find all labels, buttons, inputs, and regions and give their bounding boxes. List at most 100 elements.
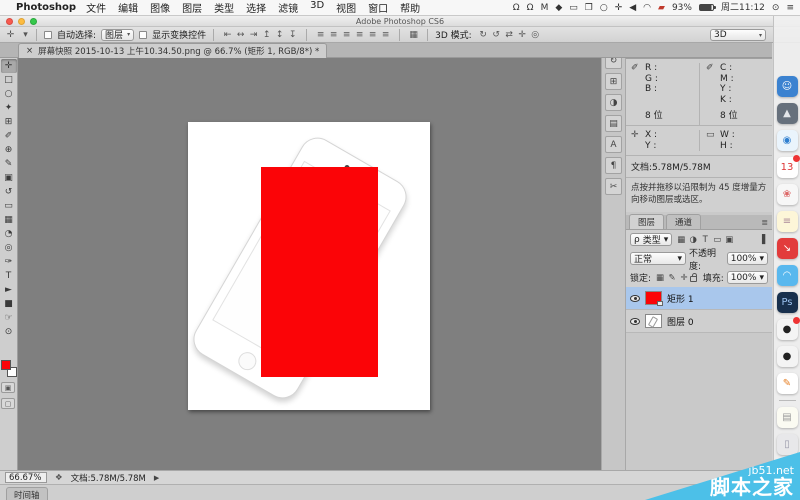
document-canvas[interactable]	[188, 122, 430, 410]
distribute-right-edges-icon[interactable]: ≡	[379, 30, 392, 40]
alarm-bell-icon[interactable]: Ω	[527, 0, 534, 16]
type-tool[interactable]: T	[1, 269, 17, 283]
tab-layers[interactable]: 图层	[629, 214, 664, 229]
history-brush-tool[interactable]: ↺	[1, 185, 17, 199]
layer-filter-select[interactable]: ρ 类型 ▾	[630, 233, 672, 246]
dock-drop-app[interactable]: ◠	[777, 265, 798, 286]
zoom-window-icon[interactable]	[30, 18, 37, 25]
blur-tool[interactable]: ◔	[1, 227, 17, 241]
tool-presets-panel-icon[interactable]: ✂	[605, 178, 622, 195]
filter-smart-objects-icon[interactable]: ▣	[723, 235, 735, 245]
layer-visibility-eye-icon[interactable]	[630, 295, 640, 302]
input-method-icon[interactable]: M	[541, 0, 549, 16]
auto-select-checkbox[interactable]	[44, 31, 52, 39]
workspace-select[interactable]: 3D ▾	[710, 29, 766, 41]
lock-all-icon[interactable]	[690, 276, 697, 282]
layer-filter-toggle-icon[interactable]: ▐	[756, 235, 768, 245]
menu-3d[interactable]: 3D	[310, 0, 324, 15]
move-tool[interactable]: ✛	[1, 59, 17, 73]
menu-help[interactable]: 帮助	[400, 0, 420, 15]
dock-stickies[interactable]: ▤	[777, 407, 798, 428]
dock-trash[interactable]: ▯	[777, 434, 798, 455]
auto-align-layers-icon[interactable]: ▦	[407, 30, 420, 40]
display-icon[interactable]: ▭	[569, 0, 578, 16]
crop-tool[interactable]: ⊞	[1, 115, 17, 129]
close-window-icon[interactable]	[6, 18, 13, 25]
distribute-left-edges-icon[interactable]: ≡	[353, 30, 366, 40]
minimize-window-icon[interactable]	[18, 18, 25, 25]
filter-type-layers-icon[interactable]: T	[699, 235, 711, 245]
layer-comps-panel-icon[interactable]: ▤	[605, 115, 622, 132]
dock-photoshop[interactable]: Ps	[777, 292, 798, 313]
distribute-horizontal-centers-icon[interactable]: ≡	[366, 30, 379, 40]
status-options-icon[interactable]: ❖	[55, 473, 63, 483]
close-tab-icon[interactable]: ×	[26, 46, 33, 56]
notification-bell-icon[interactable]: Ω	[513, 0, 520, 16]
lock-position-icon[interactable]: ✛	[678, 273, 690, 283]
rectangle-shape-tool[interactable]: ■	[1, 297, 17, 311]
canvas-area[interactable]	[18, 58, 601, 470]
brush-tool[interactable]: ✎	[1, 157, 17, 171]
dock-qq-2[interactable]: ●	[777, 346, 798, 367]
distribute-top-edges-icon[interactable]: ≡	[314, 30, 327, 40]
clone-stamp-tool[interactable]: ▣	[1, 171, 17, 185]
tab-timeline[interactable]: 时间轴	[6, 487, 48, 500]
menu-type[interactable]: 类型	[214, 0, 234, 15]
dock-notes[interactable]: ≡	[777, 211, 798, 232]
tab-channels[interactable]: 通道	[666, 214, 701, 229]
gradient-tool[interactable]: ▦	[1, 213, 17, 227]
input-flag-icon[interactable]: ▰	[658, 0, 665, 16]
dock-photos[interactable]: ❀	[777, 184, 798, 205]
layer-name[interactable]: 矩形 1	[667, 292, 694, 305]
dock-launchpad[interactable]: ▲	[777, 103, 798, 124]
dock-calendar[interactable]: 13	[777, 157, 798, 178]
align-bottom-edges-icon[interactable]: ↧	[286, 30, 299, 40]
menu-edit[interactable]: 编辑	[118, 0, 138, 15]
wifi-icon[interactable]: ◠	[643, 0, 651, 16]
blend-mode-select[interactable]: 正常 ▾	[630, 252, 686, 265]
menu-window[interactable]: 窗口	[368, 0, 388, 15]
screen-mode-button[interactable]: ▢	[1, 398, 15, 409]
pen-tool[interactable]: ✑	[1, 255, 17, 269]
show-transform-checkbox[interactable]	[139, 31, 147, 39]
filter-pixel-layers-icon[interactable]: ▦	[675, 235, 687, 245]
clock-label[interactable]: 周二11:12	[721, 0, 765, 16]
dock-qq-1[interactable]: ●	[777, 319, 798, 340]
3d-roll-icon[interactable]: ↺	[490, 30, 503, 40]
filter-shape-layers-icon[interactable]: ▭	[711, 235, 723, 245]
align-left-edges-icon[interactable]: ⇤	[221, 30, 234, 40]
layer-name[interactable]: 图层 0	[667, 315, 694, 328]
app-menu-title[interactable]: Photoshop	[16, 2, 76, 13]
paragraph-panel-icon[interactable]: ¶	[605, 157, 622, 174]
lock-transparent-pixels-icon[interactable]: ▦	[654, 273, 666, 283]
move-tool-preset-icon[interactable]: ✛	[4, 30, 17, 40]
sync-icon[interactable]: ○	[600, 0, 608, 16]
spotlight-icon[interactable]: ⊙	[772, 0, 780, 16]
dock-paint-app[interactable]: ✎	[777, 373, 798, 394]
adjustments-panel-icon[interactable]: ◑	[605, 94, 622, 111]
distribute-bottom-edges-icon[interactable]: ≡	[340, 30, 353, 40]
auto-select-target-select[interactable]: 图层 ▾	[101, 29, 134, 41]
quick-mask-button[interactable]: ▣	[1, 382, 15, 393]
menu-layer[interactable]: 图层	[182, 0, 202, 15]
distribute-vertical-centers-icon[interactable]: ≡	[327, 30, 340, 40]
tool-preset-caret-icon[interactable]: ▾	[22, 30, 29, 40]
opacity-select[interactable]: 100% ▾	[727, 252, 768, 265]
foreground-color-swatch[interactable]	[1, 360, 11, 370]
menu-filter[interactable]: 滤镜	[278, 0, 298, 15]
dock-safari[interactable]: ◉	[777, 130, 798, 151]
rectangular-marquee-tool[interactable]: □	[1, 73, 17, 87]
accessibility-icon[interactable]: ✛	[615, 0, 623, 16]
zoom-level-input[interactable]: 66.67%	[5, 472, 47, 483]
layer-row-rectangle-1[interactable]: 矩形 1	[626, 287, 772, 310]
lasso-tool[interactable]: ○	[1, 87, 17, 101]
3d-drag-icon[interactable]: ⇄	[503, 30, 516, 40]
path-selection-tool[interactable]: ►	[1, 283, 17, 297]
menu-file[interactable]: 文件	[86, 0, 106, 15]
menu-select[interactable]: 选择	[246, 0, 266, 15]
3d-scale-icon[interactable]: ◎	[529, 30, 542, 40]
eraser-tool[interactable]: ▭	[1, 199, 17, 213]
eyedropper-tool[interactable]: ✐	[1, 129, 17, 143]
3d-rotate-icon[interactable]: ↻	[477, 30, 490, 40]
layer-thumbnail[interactable]	[645, 291, 662, 305]
